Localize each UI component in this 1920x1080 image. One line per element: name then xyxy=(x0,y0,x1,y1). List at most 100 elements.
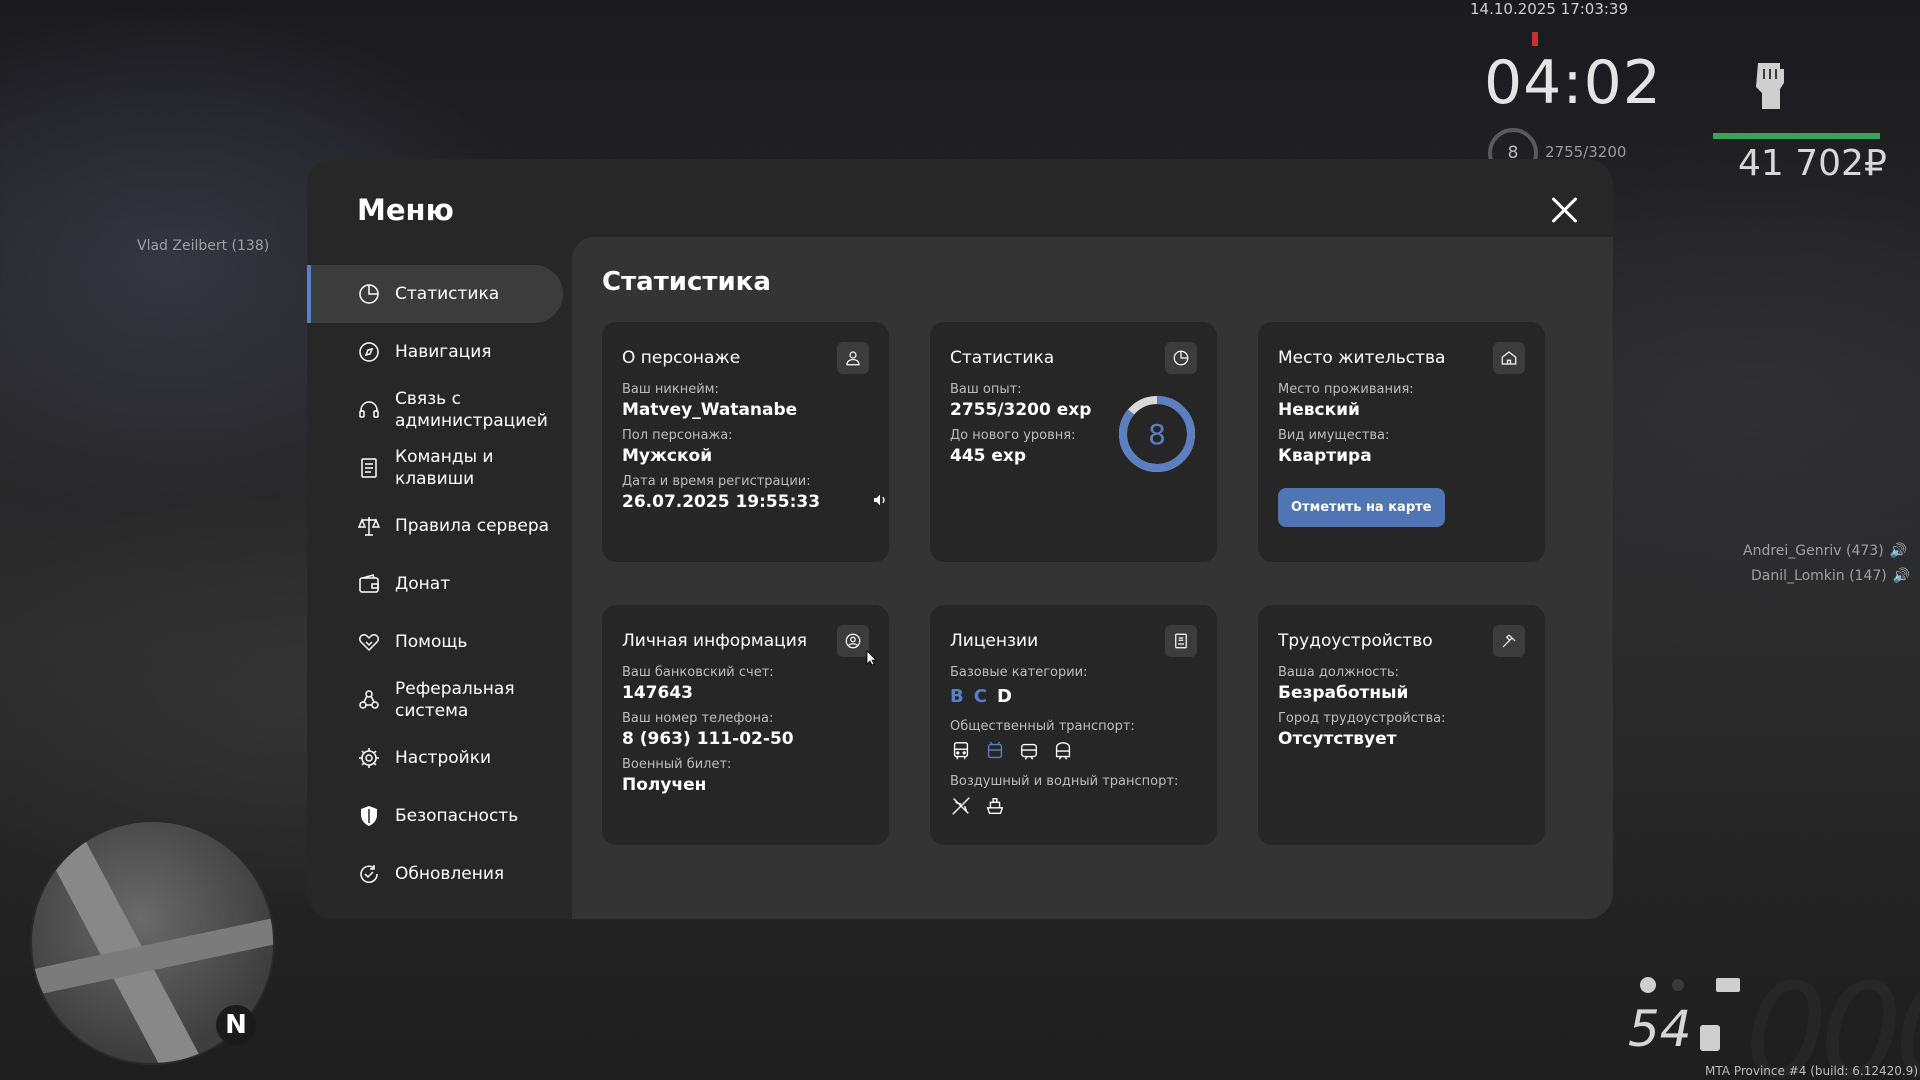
refresh-check-icon xyxy=(360,865,378,883)
hud-clock: 04:02 xyxy=(1484,48,1662,118)
air-water-transport-icons xyxy=(950,795,1197,817)
sidebar-item-label: Донат xyxy=(395,574,451,594)
compass-icon xyxy=(359,342,379,362)
hud-money: 41 702₽ xyxy=(1738,143,1887,184)
public-transport-icons xyxy=(950,740,1197,762)
card-title: О персонаже xyxy=(622,348,741,368)
speaker-icon: 🔊 xyxy=(1889,543,1908,559)
scales-icon xyxy=(357,517,381,536)
field-label: Вид имущества: xyxy=(1278,428,1390,443)
headset-icon xyxy=(359,401,379,418)
level-progress-ring: 8 xyxy=(1119,396,1195,472)
speaker-icon: 🔊 xyxy=(1892,568,1911,584)
speaker-icon xyxy=(874,494,885,506)
bank-account-value: 147643 xyxy=(622,683,693,703)
sidebar-item-label: Правила сервера xyxy=(395,516,550,536)
mark-on-map-button[interactable]: Отметить на карте xyxy=(1278,488,1445,527)
field-label: Пол персонажа: xyxy=(622,428,733,443)
sidebar-item-server-rules[interactable]: Правила сервера xyxy=(307,497,563,555)
hud-datetime: 14.10.2025 17:03:39 xyxy=(1470,0,1629,18)
field-label: Ваш банковский счет: xyxy=(622,665,774,680)
card-personal-info: Личная информация Ваш банковский счет: 1… xyxy=(602,605,889,845)
sidebar-item-label: Безопасность xyxy=(395,806,519,826)
player-nametag: Danil_Lomkin (147) 🔊 xyxy=(1751,568,1911,584)
license-category-c: C xyxy=(973,686,987,707)
sidebar-item-label: Команды и клавиши xyxy=(395,447,494,489)
property-type-value: Квартира xyxy=(1278,446,1372,466)
content-panel: Статистика О персонаже Ваш никнейм: Matv… xyxy=(572,237,1613,919)
mouse-cursor xyxy=(866,650,877,666)
sidebar-item-updates[interactable]: Обновления xyxy=(307,845,563,903)
card-statistics: Статистика Ваш опыт: 2755/3200 exp До но… xyxy=(930,322,1217,562)
speed-value: 54 xyxy=(1628,1000,1692,1058)
sidebar-item-label: Настройки xyxy=(395,748,492,768)
document-icon xyxy=(361,458,377,478)
license-category-b: B xyxy=(950,686,964,707)
metro-icon xyxy=(1055,742,1071,760)
health-bar xyxy=(1713,133,1880,139)
airplane-icon xyxy=(952,797,970,815)
field-label: Место проживания: xyxy=(1278,382,1414,397)
sidebar-item-admin-contact[interactable]: Связь с администрацией xyxy=(307,381,563,439)
card-character: О персонаже Ваш никнейм: Matvey_Watanabe… xyxy=(602,322,889,562)
user-icon xyxy=(837,342,869,374)
phone-value: 8 (963) 111-02-50 xyxy=(622,729,794,749)
warning-icon xyxy=(1532,32,1538,46)
residence-value: Невский xyxy=(1278,400,1360,420)
pie-chart-icon xyxy=(359,284,379,304)
sidebar-item-navigation[interactable]: Навигация xyxy=(307,323,563,381)
card-employment: Трудоустройство Ваша должность: Безработ… xyxy=(1258,605,1545,845)
vehicle-status-icons xyxy=(1640,977,1740,993)
nickname-value: Matvey_Watanabe xyxy=(622,400,798,420)
card-title: Трудоустройство xyxy=(1278,631,1433,651)
trolleybus-icon xyxy=(987,741,1003,759)
sidebar-item-settings[interactable]: Настройки xyxy=(307,729,563,787)
sidebar-item-commands[interactable]: Команды и клавиши xyxy=(307,439,563,497)
card-licenses: Лицензии Базовые категории: B C D Общест… xyxy=(930,605,1217,845)
sidebar-item-statistics[interactable]: Статистика xyxy=(307,265,563,323)
speedometer: 000 xyxy=(1745,955,1920,1080)
bus-icon xyxy=(953,742,969,760)
card-residence: Место жительства Место проживания: Невск… xyxy=(1258,322,1545,562)
sidebar-item-referral[interactable]: Реферальная система xyxy=(307,671,563,729)
field-label: Ваша должность: xyxy=(1278,665,1400,680)
field-label: Ваш номер телефона: xyxy=(622,711,774,726)
sidebar-item-label: Обновления xyxy=(395,864,505,884)
sidebar: Статистика Навигация Связь с администрац… xyxy=(307,265,563,903)
military-id-value: Получен xyxy=(622,775,707,795)
user-circle-icon xyxy=(837,625,869,657)
card-title: Статистика xyxy=(950,348,1055,368)
sidebar-item-label: Связь с администрацией xyxy=(395,389,548,431)
sidebar-item-label: Реферальная система xyxy=(395,679,515,721)
shield-icon xyxy=(361,806,377,826)
gear-icon xyxy=(359,748,379,768)
player-nametag: Vlad Zeilbert (138) xyxy=(137,238,270,254)
fist-icon xyxy=(1756,63,1784,109)
field-label: Общественный транспорт: xyxy=(950,719,1135,734)
field-label: Ваш никнейм: xyxy=(622,382,719,397)
sidebar-item-help[interactable]: Помощь xyxy=(307,613,563,671)
sidebar-item-label: Навигация xyxy=(395,342,492,362)
home-icon xyxy=(1493,342,1525,374)
compass-north: N xyxy=(216,1005,256,1045)
referral-icon xyxy=(359,690,379,709)
license-categories: B C D xyxy=(950,686,1197,707)
field-label: Военный билет: xyxy=(622,757,732,772)
tram-icon xyxy=(1020,743,1038,760)
close-button[interactable] xyxy=(1547,193,1581,227)
level-number: 8 xyxy=(1148,418,1166,451)
field-label: Город трудоустройства: xyxy=(1278,711,1446,726)
license-icon xyxy=(1165,625,1197,657)
page-title: Статистика xyxy=(602,267,771,297)
pie-chart-icon xyxy=(1165,342,1197,374)
hammer-icon xyxy=(1493,625,1525,657)
license-category-d: D xyxy=(996,686,1012,707)
sidebar-item-security[interactable]: Безопасность xyxy=(307,787,563,845)
card-title: Личная информация xyxy=(622,631,808,651)
sidebar-item-donate[interactable]: Донат xyxy=(307,555,563,613)
card-title: Место жительства xyxy=(1278,348,1446,368)
sidebar-item-label: Помощь xyxy=(395,632,468,652)
fuel-icon xyxy=(1700,1025,1720,1051)
sidebar-item-label: Статистика xyxy=(395,284,500,304)
menu-title: Меню xyxy=(357,193,454,227)
